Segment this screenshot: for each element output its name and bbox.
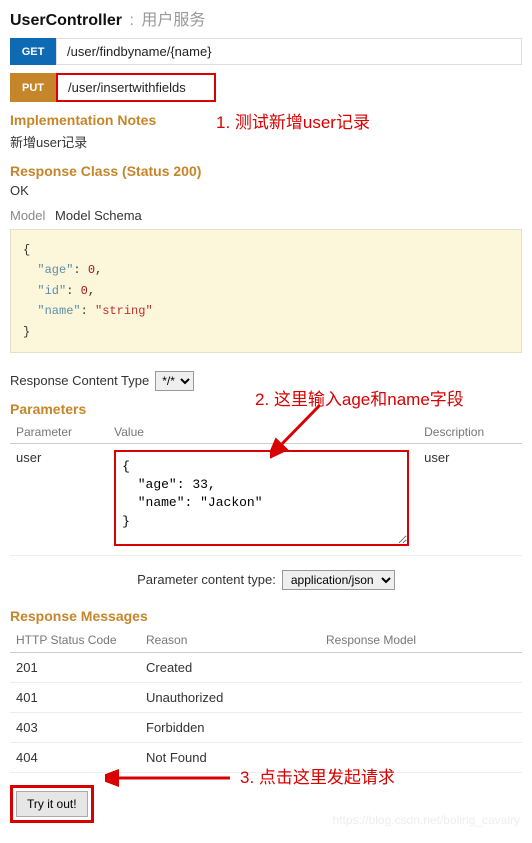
response-messages-table: HTTP Status Code Reason Response Model 2…: [10, 628, 522, 773]
response-class-title: Response Class (Status 200): [10, 163, 522, 179]
resp-code: 401: [10, 682, 140, 712]
tab-model-schema[interactable]: Model Schema: [49, 208, 142, 223]
resp-reason: Created: [140, 652, 320, 682]
model-schema-box[interactable]: { "age": 0, "id": 0, "name": "string" }: [10, 229, 522, 353]
response-content-type-row: Response Content Type */*: [10, 371, 522, 391]
impl-notes-text: 新增user记录: [10, 132, 522, 151]
controller-header: UserController : 用户服务: [10, 6, 522, 30]
param-header-value: Value: [108, 421, 418, 444]
method-badge-get: GET: [10, 38, 56, 65]
impl-notes-title: Implementation Notes: [10, 112, 522, 128]
resp-row: 403 Forbidden: [10, 712, 522, 742]
json-open: {: [23, 243, 30, 257]
json-val-id: 0: [81, 284, 88, 298]
rct-label: Response Content Type: [10, 373, 149, 388]
operation-get[interactable]: GET /user/findbyname/{name}: [10, 38, 522, 65]
param-description: user: [418, 443, 522, 555]
parameters-title: Parameters: [10, 401, 522, 417]
resp-header-code: HTTP Status Code: [10, 628, 140, 653]
try-button-highlight: Try it out!: [10, 785, 94, 823]
path-put: /user/insertwithfields: [56, 73, 216, 102]
response-content-type-select[interactable]: */*: [155, 371, 194, 391]
param-row: user user: [10, 443, 522, 555]
tab-model[interactable]: Model: [10, 208, 45, 223]
resp-code: 201: [10, 652, 140, 682]
json-key-id: "id": [37, 284, 66, 298]
response-messages-title: Response Messages: [10, 608, 522, 624]
controller-desc: 用户服务: [141, 12, 205, 29]
resp-reason: Forbidden: [140, 712, 320, 742]
param-header-parameter: Parameter: [10, 421, 108, 444]
json-key-age: "age": [37, 263, 73, 277]
json-val-name: "string": [95, 304, 153, 318]
controller-name[interactable]: UserController: [10, 12, 122, 29]
resp-header-model: Response Model: [320, 628, 522, 653]
resp-header-reason: Reason: [140, 628, 320, 653]
json-close: }: [23, 325, 30, 339]
param-header-description: Description: [418, 421, 522, 444]
method-badge-put: PUT: [10, 73, 56, 102]
colon: :: [129, 12, 133, 29]
resp-row: 201 Created: [10, 652, 522, 682]
parameters-table: Parameter Value Description user user: [10, 421, 522, 556]
response-class-ok: OK: [10, 183, 522, 198]
resp-row: 404 Not Found: [10, 742, 522, 772]
param-name: user: [10, 443, 108, 555]
schema-tabs: Model Model Schema: [10, 208, 522, 223]
resp-code: 403: [10, 712, 140, 742]
try-it-out-button[interactable]: Try it out!: [16, 791, 88, 817]
operation-put[interactable]: PUT /user/insertwithfields: [10, 73, 522, 102]
json-key-name: "name": [37, 304, 80, 318]
param-value-input[interactable]: [114, 450, 409, 546]
path-get: /user/findbyname/{name}: [56, 38, 522, 65]
resp-code: 404: [10, 742, 140, 772]
resp-reason: Unauthorized: [140, 682, 320, 712]
resp-row: 401 Unauthorized: [10, 682, 522, 712]
json-val-age: 0: [88, 263, 95, 277]
param-content-type-row: Parameter content type: application/json: [10, 570, 522, 590]
param-content-type-select[interactable]: application/json: [282, 570, 395, 590]
resp-reason: Not Found: [140, 742, 320, 772]
pct-label: Parameter content type:: [137, 572, 276, 587]
